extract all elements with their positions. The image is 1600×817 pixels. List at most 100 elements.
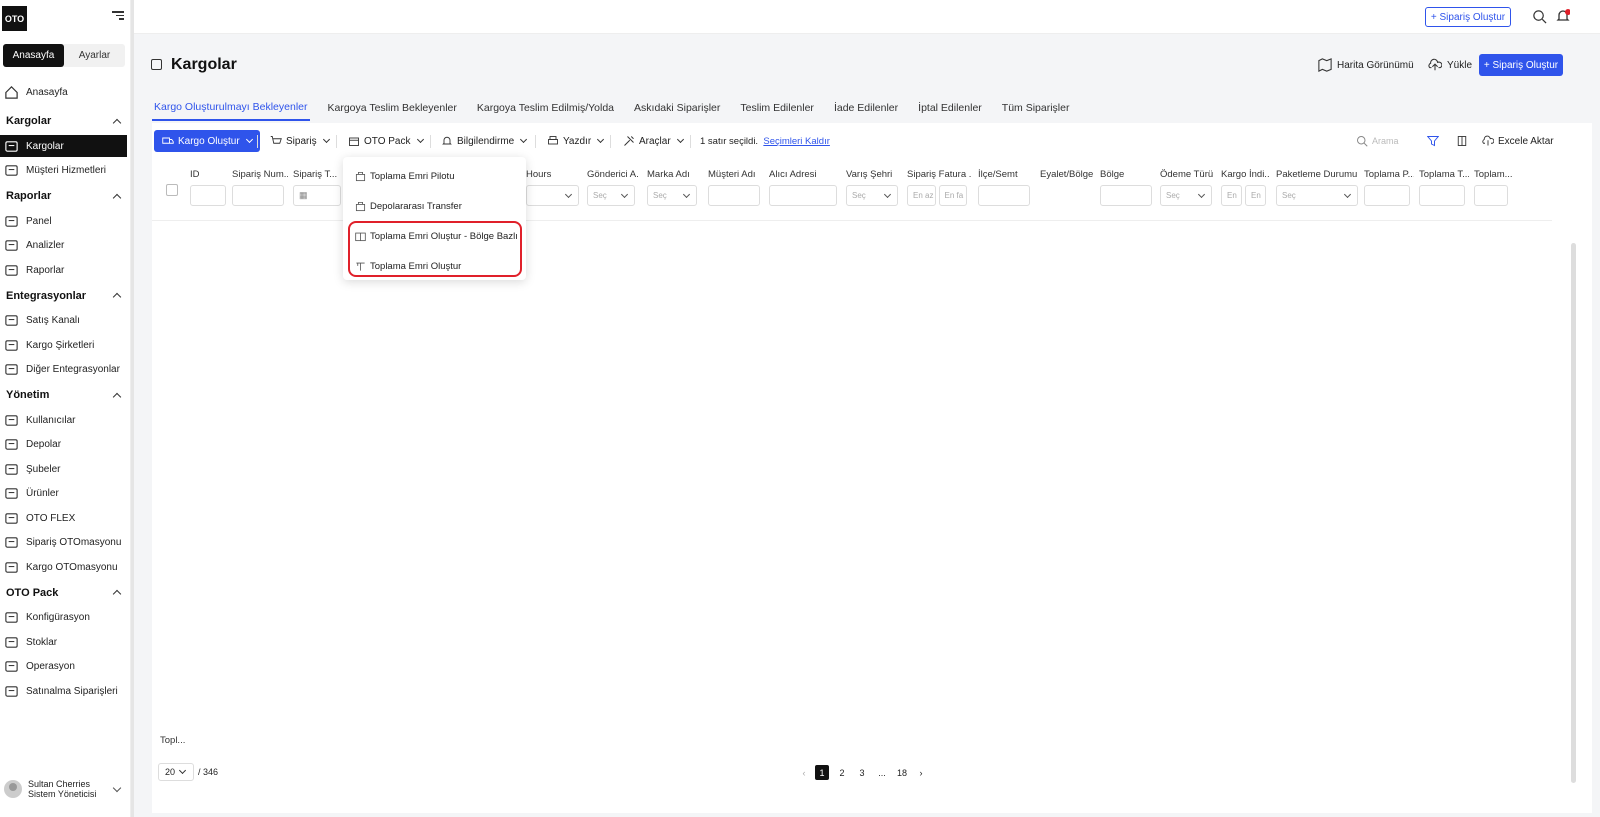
status-tab[interactable]: Kargoya Teslim Edilmiş/Yolda [475, 95, 616, 121]
order-dropdown[interactable]: Sipariş [270, 130, 330, 152]
columns-icon[interactable] [1456, 135, 1468, 147]
page-button[interactable]: 1 [815, 765, 829, 780]
section-header[interactable]: Raporlar [6, 190, 122, 202]
column-filter-select[interactable]: Seç [587, 185, 635, 206]
sidebar-item[interactable]: Müşteri Hizmetleri [0, 160, 128, 182]
sidebar-item[interactable]: Depolar [0, 434, 128, 456]
section-header[interactable]: Yönetim [6, 389, 122, 401]
column-header[interactable]: Müşteri Adı [708, 169, 764, 180]
map-view-button[interactable]: Harita Görünümü [1318, 58, 1414, 72]
create-shipment-dropdown[interactable]: Kargo Oluştur [154, 130, 260, 152]
sidebar-item[interactable]: Analizler [0, 235, 128, 257]
status-tab[interactable]: Kargoya Teslim Bekleyenler [326, 95, 459, 121]
notify-dropdown[interactable]: Bilgilendirme [441, 130, 528, 152]
column-filter-select[interactable] [526, 185, 579, 206]
status-tab[interactable]: Teslim Edilenler [738, 95, 816, 121]
table-scrollbar[interactable] [1571, 243, 1576, 783]
column-header[interactable]: Ödeme Türü [1160, 169, 1216, 180]
column-header[interactable]: Gönderici A... [587, 169, 639, 180]
search-icon[interactable] [1532, 9, 1547, 24]
tools-dropdown[interactable]: Araçlar [623, 130, 684, 152]
column-header[interactable]: Toplam... [1474, 169, 1512, 180]
min-filter-input[interactable]: En [1221, 185, 1242, 206]
prev-page-icon[interactable]: ‹ [797, 765, 811, 780]
column-header[interactable]: Hours [526, 169, 583, 180]
sidebar-item[interactable]: Operasyon [0, 656, 128, 678]
sidebar-item[interactable]: Satış Kanalı [0, 310, 128, 332]
user-menu[interactable]: Sultan Cherries Sistem Yöneticisi [4, 776, 128, 802]
next-page-icon[interactable]: › [914, 765, 928, 780]
print-dropdown[interactable]: Yazdır [547, 130, 605, 152]
status-tab[interactable]: Kargo Oluşturulmayı Bekleyenler [152, 95, 310, 121]
column-header[interactable]: Bölge [1100, 169, 1156, 180]
max-filter-input[interactable]: En [1245, 185, 1266, 206]
status-tab[interactable]: Askıdaki Siparişler [632, 95, 722, 121]
status-tab[interactable]: Tüm Siparişler [1000, 95, 1072, 121]
max-filter-input[interactable]: En fa [938, 185, 967, 206]
column-filter-input[interactable]: ▦ [293, 185, 341, 206]
column-header[interactable]: Varış Şehri [846, 169, 902, 180]
export-excel-button[interactable]: Excele Aktar [1482, 130, 1554, 152]
select-all-checkbox[interactable] [166, 184, 178, 196]
logo[interactable]: OTO [2, 6, 27, 31]
column-header[interactable]: Alıcı Adresi [769, 169, 841, 180]
section-header[interactable]: Entegrasyonlar [6, 290, 122, 302]
column-header[interactable]: İlçe/Semt [978, 169, 1034, 180]
column-header[interactable]: Eyalet/Bölge [1040, 169, 1100, 180]
page-button[interactable]: 3 [855, 765, 869, 780]
sidebar-item[interactable]: Ürünler [0, 483, 128, 505]
sidebar-item[interactable]: Kargo Şirketleri [0, 334, 128, 356]
min-filter-input[interactable]: En az [907, 185, 936, 206]
column-filter-input[interactable] [1364, 185, 1410, 206]
tab-settings[interactable]: Ayarlar [64, 44, 125, 67]
section-header[interactable]: OTO Pack [6, 587, 122, 599]
column-header[interactable]: Toplama T... [1419, 169, 1469, 180]
create-order-button-top[interactable]: + Sipariş Oluştur [1425, 7, 1511, 27]
column-filter-input[interactable] [232, 185, 284, 206]
sidebar-item[interactable]: Raporlar [0, 259, 128, 281]
column-header[interactable]: Toplama P... [1364, 169, 1414, 180]
column-header[interactable]: Kargo İndi... [1221, 169, 1270, 180]
sidebar-item[interactable]: Panel [0, 210, 128, 232]
column-filter-select[interactable]: Seç [1160, 185, 1212, 206]
menu-item-picking-pilot[interactable]: Toplama Emri Pilotu [355, 171, 454, 182]
page-button[interactable]: 18 [895, 765, 909, 780]
sidebar-item[interactable]: Diğer Entegrasyonlar [0, 359, 128, 381]
sidebar-item[interactable]: Konfigürasyon [0, 607, 128, 629]
column-filter-input[interactable] [1419, 185, 1465, 206]
sidebar-item[interactable]: Satınalma Siparişleri [0, 680, 128, 702]
sidebar-item[interactable]: Kullanıcılar [0, 409, 128, 431]
column-header[interactable]: ID [190, 169, 230, 180]
filter-icon[interactable] [1427, 135, 1439, 147]
sidebar-item[interactable]: Şubeler [0, 458, 128, 480]
column-header[interactable]: Sipariş Fatura ... [907, 169, 971, 180]
status-tab[interactable]: İptal Edilenler [916, 95, 984, 121]
page-button[interactable]: 2 [835, 765, 849, 780]
collapse-menu-icon[interactable] [112, 11, 124, 21]
column-filter-input[interactable] [978, 185, 1030, 206]
bell-icon[interactable] [1556, 8, 1570, 24]
sidebar-item-home[interactable]: Anasayfa [0, 81, 128, 103]
column-header[interactable]: Paketleme Durumu [1276, 169, 1362, 180]
column-filter-input[interactable] [1100, 185, 1152, 206]
column-header[interactable]: Sipariş Num... [232, 169, 288, 180]
column-header[interactable]: Sipariş T... [293, 169, 345, 180]
tab-home[interactable]: Anasayfa [3, 44, 64, 67]
sidebar-item[interactable]: Sipariş OTOmasyonu [0, 532, 128, 554]
sidebar-item[interactable]: Stoklar [0, 631, 128, 653]
column-filter-select[interactable]: Seç [846, 185, 898, 206]
column-header[interactable]: Marka Adı [647, 169, 701, 180]
column-filter-input[interactable] [1474, 185, 1508, 206]
section-header[interactable]: Kargolar [6, 115, 122, 127]
column-filter-input[interactable] [190, 185, 226, 206]
oto-pack-dropdown[interactable]: OTO Pack [348, 130, 424, 152]
status-tab[interactable]: İade Edilenler [832, 95, 900, 121]
upload-button[interactable]: Yükle [1428, 58, 1472, 72]
clear-selection-link[interactable]: Seçimleri Kaldır [763, 136, 830, 147]
sidebar-item[interactable]: OTO FLEX [0, 507, 128, 529]
column-filter-select[interactable]: Seç [1276, 185, 1358, 206]
page-button[interactable]: ... [875, 765, 889, 780]
page-size-select[interactable]: 20 [158, 763, 194, 781]
sidebar-item[interactable]: Kargo OTOmasyonu [0, 556, 128, 578]
create-order-button[interactable]: + Sipariş Oluştur [1479, 54, 1563, 76]
